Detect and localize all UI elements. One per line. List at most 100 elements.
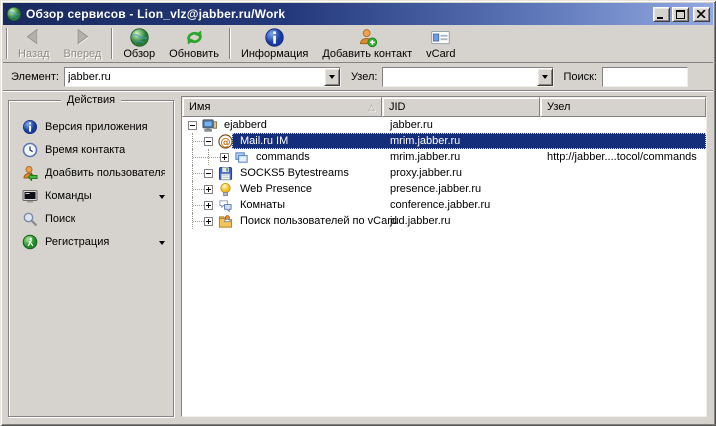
element-dropdown-button[interactable] [324, 68, 340, 86]
tree-guide-line [193, 157, 220, 158]
search-icon [21, 210, 38, 227]
service-name: SOCKS5 Bytestreams [238, 167, 351, 179]
service-jid: conference.jabber.ru [382, 197, 540, 213]
table-header: Имя △ JID Узел [182, 97, 706, 117]
toolbar-button-refresh[interactable]: Обновить [162, 26, 226, 61]
actions-panel-title: Действия [61, 94, 121, 106]
search-input[interactable] [603, 68, 687, 86]
column-header-label: Имя [189, 101, 210, 113]
minimize-button[interactable] [653, 7, 670, 22]
service-jid: presence.jabber.ru [382, 181, 540, 197]
computer-icon [201, 117, 217, 133]
action-item-add-user[interactable]: Доабвить пользователя [9, 161, 173, 184]
add-user-icon [21, 164, 38, 181]
action-item-clock[interactable]: Время контакта [9, 138, 173, 161]
clock-icon [21, 141, 38, 158]
tree-guide-line [193, 205, 204, 206]
tree-guide-line [193, 189, 204, 190]
toolbar-separator [229, 28, 231, 59]
table-row[interactable]: Web Presence presence.jabber.ru [182, 181, 706, 197]
collapse-toggle[interactable] [204, 169, 213, 178]
table-row[interactable]: Комнаты conference.jabber.ru [182, 197, 706, 213]
action-item-label: Время контакта [45, 144, 125, 156]
toolbar-button-label: Вперед [64, 48, 102, 60]
service-name: Комнаты [238, 199, 287, 211]
address-bar: Элемент: Узел: Поиск: [3, 63, 713, 91]
action-item-label: Доабвить пользователя [45, 167, 165, 179]
collapse-toggle[interactable] [204, 137, 213, 146]
minimize-icon [657, 10, 666, 19]
service-node [540, 181, 706, 197]
service-jid: jud.jabber.ru [382, 213, 540, 229]
action-item-label: Версия приложения [45, 121, 148, 133]
column-header-node[interactable]: Узел [540, 97, 706, 117]
action-item-terminal[interactable]: Команды [9, 184, 173, 207]
action-item-search[interactable]: Поиск [9, 207, 173, 230]
table-row[interactable]: @Mail.ru IMmrim.jabber.ru [182, 133, 706, 149]
toolbar-button-label: Информация [241, 48, 308, 60]
service-jid: mrim.jabber.ru [382, 149, 540, 165]
node-label: Узел: [351, 71, 378, 83]
action-item-info-small[interactable]: Версия приложения [9, 115, 173, 138]
expand-toggle[interactable] [204, 185, 213, 194]
expand-toggle[interactable] [204, 217, 213, 226]
titlebar[interactable]: Обзор сервисов - Lion_vlz@jabber.ru/Work [3, 3, 713, 25]
floppy-icon [217, 165, 233, 181]
service-discovery-window: Обзор сервисов - Lion_vlz@jabber.ru/Work… [0, 0, 716, 426]
table-row[interactable]: ejabberdjabber.ru [182, 117, 706, 133]
svg-text:@: @ [220, 136, 230, 148]
table-row[interactable]: Поиск пользователей по vCardjud.jabber.r… [182, 213, 706, 229]
toolbar-button-back-arrow: Назад [11, 26, 57, 61]
toolbar-button-info[interactable]: Информация [234, 26, 315, 61]
column-header-label: Узел [547, 101, 570, 113]
globe-icon [129, 27, 150, 47]
action-item-label: Регистрация [45, 236, 109, 248]
services-table: Имя △ JID Узел ejabberdjabber.ru@Mail.ru IM… [181, 96, 707, 417]
chevron-down-icon[interactable] [159, 241, 165, 248]
service-name: commands [254, 151, 312, 163]
chevron-down-icon [329, 75, 335, 82]
service-node [540, 165, 706, 181]
actions-panel: Действия Версия приложенияВремя контакта… [8, 100, 174, 417]
bulb-icon [217, 181, 233, 197]
expand-toggle[interactable] [220, 153, 229, 162]
column-header-name[interactable]: Имя △ [182, 97, 382, 117]
sort-ascending-icon: △ [368, 103, 375, 112]
toolbar-separator [111, 28, 113, 59]
element-input[interactable] [65, 68, 324, 86]
service-node: http://jabber....tocol/commands [540, 149, 706, 165]
window-title: Обзор сервисов - Lion_vlz@jabber.ru/Work [26, 7, 651, 21]
table-row[interactable]: SOCKS5 Bytestreams proxy.jabber.ru [182, 165, 706, 181]
close-button[interactable] [693, 7, 710, 22]
service-name: ejabberd [222, 119, 269, 131]
at-icon: @ [217, 133, 233, 149]
toolbar-button-globe[interactable]: Обзор [116, 26, 162, 61]
node-dropdown-button[interactable] [537, 68, 553, 86]
toolbar-button-label: vCard [426, 48, 455, 60]
maximize-icon [676, 10, 685, 19]
info-small-icon [21, 118, 38, 135]
table-body[interactable]: ejabberdjabber.ru@Mail.ru IMmrim.jabber.… [182, 117, 706, 416]
vcard-icon [430, 27, 451, 47]
action-item-register[interactable]: Регистрация [9, 230, 173, 253]
toolbar-button-add-contact[interactable]: Добавить контакт [315, 26, 419, 61]
service-name: Web Presence [238, 183, 314, 195]
element-combobox[interactable] [64, 67, 341, 87]
table-row[interactable]: commands mrim.jabber.ruhttp://jabber....t… [182, 149, 706, 165]
column-header-jid[interactable]: JID [382, 97, 540, 117]
search-field[interactable] [602, 67, 688, 87]
node-input[interactable] [383, 68, 537, 86]
service-node [540, 117, 706, 133]
chevron-down-icon[interactable] [159, 195, 165, 202]
toolbar-button-vcard[interactable]: vCard [419, 26, 462, 61]
collapse-toggle[interactable] [188, 121, 197, 130]
back-arrow-icon [23, 27, 44, 47]
chat-icon [217, 197, 233, 213]
refresh-icon [184, 27, 205, 47]
action-item-label: Команды [45, 190, 92, 202]
maximize-button[interactable] [672, 7, 689, 22]
node-combobox[interactable] [382, 67, 554, 87]
actions-list: Версия приложения Время контакта Доабвить … [9, 115, 173, 253]
expand-toggle[interactable] [204, 201, 213, 210]
service-jid: proxy.jabber.ru [382, 165, 540, 181]
